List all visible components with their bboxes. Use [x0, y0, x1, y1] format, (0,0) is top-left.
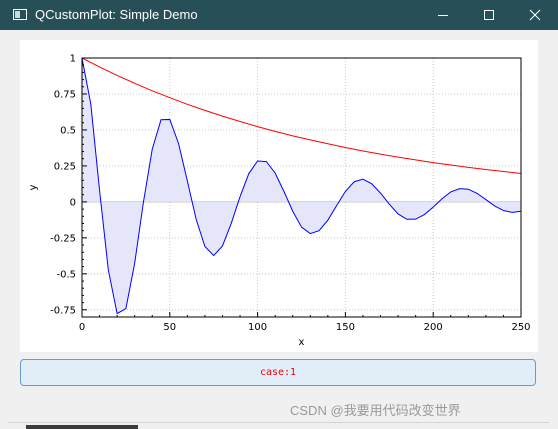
maximize-button[interactable] [466, 0, 512, 30]
series-0-fill [82, 58, 521, 314]
x-tick-label: 50 [163, 322, 176, 333]
y-axis-label: y [28, 184, 39, 190]
y-tick-label: 0.5 [60, 125, 76, 136]
x-tick-label: 100 [248, 322, 267, 333]
x-tick-label: 0 [79, 322, 85, 333]
y-tick-label: -0.5 [56, 269, 76, 280]
plot-canvas[interactable]: 0 50 100 150 200 250 -0.75 -0.5 -0.25 0 0.25 0.5 0.7… [20, 40, 538, 352]
minimize-icon [438, 15, 448, 16]
app-window-icon [13, 9, 27, 20]
y-tick-label: 0 [70, 197, 76, 208]
close-icon [529, 9, 541, 21]
watermark-text: CSDN @我要用代码改变世界 [290, 403, 461, 418]
x-tick-label: 250 [511, 322, 530, 333]
taskbar-strip [26, 425, 138, 429]
y-tick-label: -0.75 [50, 305, 76, 316]
minimize-button[interactable] [420, 0, 466, 30]
maximize-icon [484, 10, 494, 20]
case-button-label: case:1 [259, 367, 297, 378]
x-axis-label: x [299, 337, 305, 348]
custom-plot[interactable]: 0 50 100 150 200 250 -0.75 -0.5 -0.25 0 0.25 0.5 0.7… [20, 40, 538, 352]
window-title: QCustomPlot: Simple Demo [35, 7, 198, 22]
y-tick-label: 1 [70, 54, 76, 65]
close-button[interactable] [512, 0, 558, 30]
case-button[interactable]: case:1 [20, 359, 536, 386]
y-tick-label: 0.25 [54, 161, 76, 172]
y-tick-label: 0.75 [54, 89, 76, 100]
series-1-line [81, 57, 522, 175]
x-tick-label: 150 [336, 322, 355, 333]
title-bar: QCustomPlot: Simple Demo [0, 0, 558, 30]
y-tick-label: -0.25 [50, 233, 76, 244]
x-tick-label: 200 [424, 322, 443, 333]
